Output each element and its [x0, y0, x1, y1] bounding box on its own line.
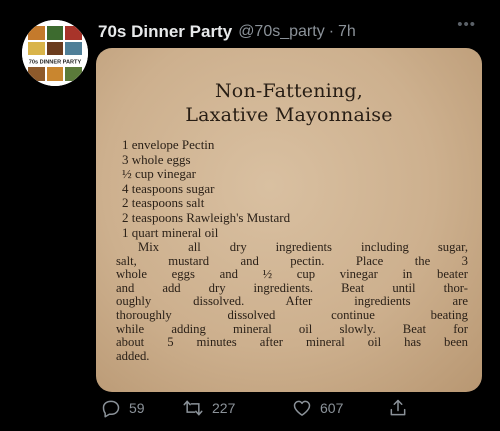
instruction-line: thoroughly dissolved continue beating [116, 307, 468, 322]
like-button[interactable]: 607 [292, 398, 343, 418]
instruction-line: added. [116, 348, 150, 363]
instruction-line: while adding mineral oil slowly. Beat fo… [116, 321, 468, 336]
share-button[interactable] [388, 398, 408, 418]
recipe-title-line-1: Non-Fattening, [214, 80, 363, 102]
avatar-image: 70s DINNER PARTY [22, 20, 88, 86]
svg-text:70s DINNER PARTY: 70s DINNER PARTY [29, 60, 82, 66]
ingredient-item: 2 teaspoons salt [122, 195, 205, 211]
reply-icon [102, 400, 120, 418]
instruction-line: oughly dissolved. After ingredients are [116, 294, 468, 309]
share-icon [390, 399, 406, 416]
tweet-actions: 59 227 607 [96, 398, 416, 420]
like-count: 607 [320, 400, 344, 416]
ingredient-item: 3 whole eggs [122, 151, 191, 167]
recipe-title-line-2: Laxative Mayonnaise [185, 104, 393, 126]
retweet-icon [183, 400, 203, 416]
user-handle[interactable]: @70s_party [238, 23, 325, 41]
instruction-line: about 5 minutes after mineral oil has be… [116, 335, 468, 350]
retweet-button[interactable]: 227 [182, 398, 235, 418]
avatar[interactable]: 70s DINNER PARTY [22, 20, 88, 86]
reply-count: 59 [129, 400, 145, 416]
ingredient-list: 1 envelope Pectin 3 whole eggs ½ cup vin… [122, 137, 291, 240]
ingredient-item: 2 teaspoons Rawleigh's Mustard [122, 209, 291, 225]
retweet-count: 227 [212, 400, 236, 416]
heart-icon [293, 400, 311, 416]
display-name[interactable]: 70s Dinner Party [98, 22, 232, 42]
timestamp[interactable]: 7h [338, 23, 356, 41]
ingredient-item: ½ cup vinegar [122, 166, 197, 182]
more-dots-icon[interactable]: ••• [457, 16, 476, 33]
instruction-line: salt, mustard and pectin. Place the 3 [116, 253, 468, 268]
recipe-card: Non-Fattening, Laxative Mayonnaise 1 env… [96, 48, 482, 392]
instruction-line: Mix all dry ingredients including sugar, [138, 240, 468, 254]
ingredient-item: 1 quart mineral oil [122, 224, 219, 240]
ingredient-item: 1 envelope Pectin [122, 137, 215, 152]
instruction-line: and add dry ingredients. Beat until thor… [116, 280, 468, 295]
separator-dot: · [328, 23, 335, 40]
ingredient-item: 4 teaspoons sugar [122, 180, 215, 196]
tweet-header: 70s Dinner Party @70s_party · 7h [98, 17, 356, 47]
tweet: 70s DINNER PARTY 70s Dinner Party @70s_p… [0, 0, 500, 431]
recipe-instructions: Mix all dry ingredients including sugar,… [116, 240, 468, 363]
instruction-line: whole eggs and ½ cup vinegar in beater [116, 267, 468, 282]
reply-button[interactable]: 59 [101, 398, 145, 418]
tweet-image[interactable]: Non-Fattening, Laxative Mayonnaise 1 env… [96, 48, 482, 392]
